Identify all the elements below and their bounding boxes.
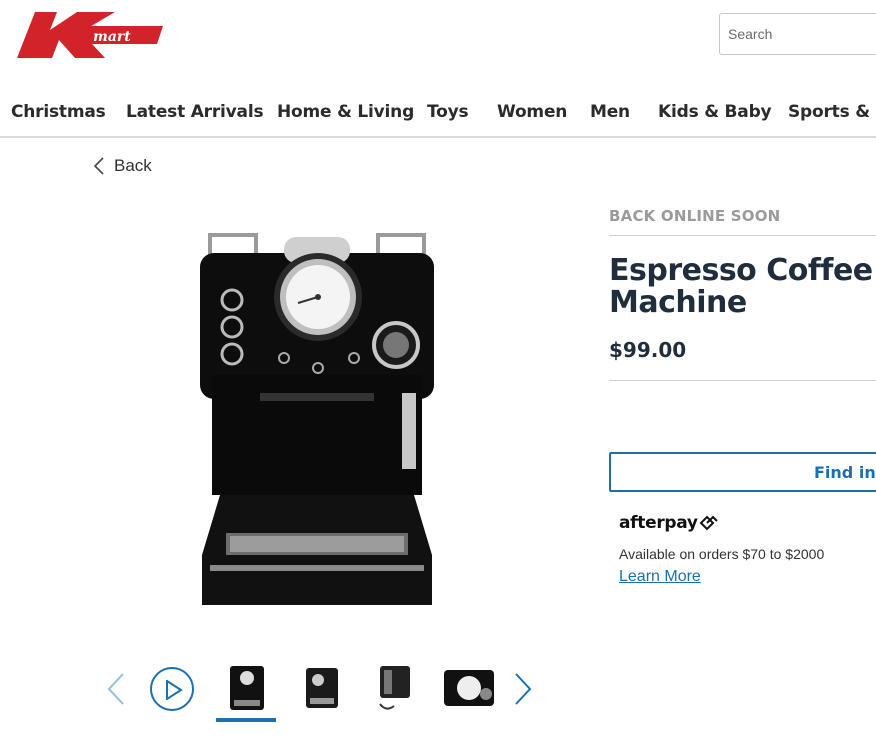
learn-more-link[interactable]: Learn More [619, 568, 701, 586]
divider [609, 235, 876, 236]
nav-item-latest-arrivals[interactable]: Latest Arrivals [126, 102, 264, 122]
play-icon [166, 680, 183, 700]
nav-item-women[interactable]: Women [497, 102, 567, 122]
main-nav: Christmas Latest Arrivals Home & Living … [0, 96, 876, 138]
find-in-store-label: Find in s [814, 463, 876, 482]
kmart-logo[interactable]: mart [17, 12, 163, 58]
search-input[interactable] [720, 14, 876, 54]
thumbnail-3[interactable] [366, 660, 424, 716]
nav-item-home-living[interactable]: Home & Living [277, 102, 414, 122]
afterpay-availability: Available on orders $70 to $2000 [619, 546, 825, 562]
divider [609, 380, 876, 381]
afterpay-arrows-icon [699, 515, 718, 531]
availability-status: BACK ONLINE SOON [609, 207, 781, 225]
nav-item-christmas[interactable]: Christmas [11, 102, 106, 122]
afterpay-logo: afterpay [619, 513, 719, 533]
back-link[interactable]: Back [93, 156, 152, 176]
back-label: Back [114, 156, 152, 175]
nav-item-men[interactable]: Men [590, 102, 630, 122]
nav-item-toys[interactable]: Toys [427, 102, 469, 122]
carousel-next-button[interactable] [512, 672, 534, 706]
product-title: Espresso Coffee Machine [609, 253, 873, 320]
product-price: $99.00 [609, 338, 687, 362]
svg-text:mart: mart [93, 29, 131, 45]
video-play-button[interactable] [150, 667, 194, 711]
thumbnail-1[interactable] [216, 660, 276, 722]
nav-item-sports[interactable]: Sports & O [788, 102, 876, 122]
product-image [192, 225, 442, 615]
thumbnail-4[interactable] [440, 660, 498, 716]
thumbnail-2[interactable] [292, 660, 350, 716]
chevron-right-icon [515, 673, 532, 705]
chevron-left-icon [107, 673, 124, 705]
nav-item-kids-baby[interactable]: Kids & Baby [658, 102, 772, 122]
chevron-left-icon [93, 157, 104, 175]
carousel-prev-button[interactable] [105, 672, 127, 706]
search-field[interactable] [719, 13, 876, 55]
afterpay-logo-text: afterpay [619, 513, 698, 533]
find-in-store-button[interactable]: Find in s [609, 452, 876, 492]
